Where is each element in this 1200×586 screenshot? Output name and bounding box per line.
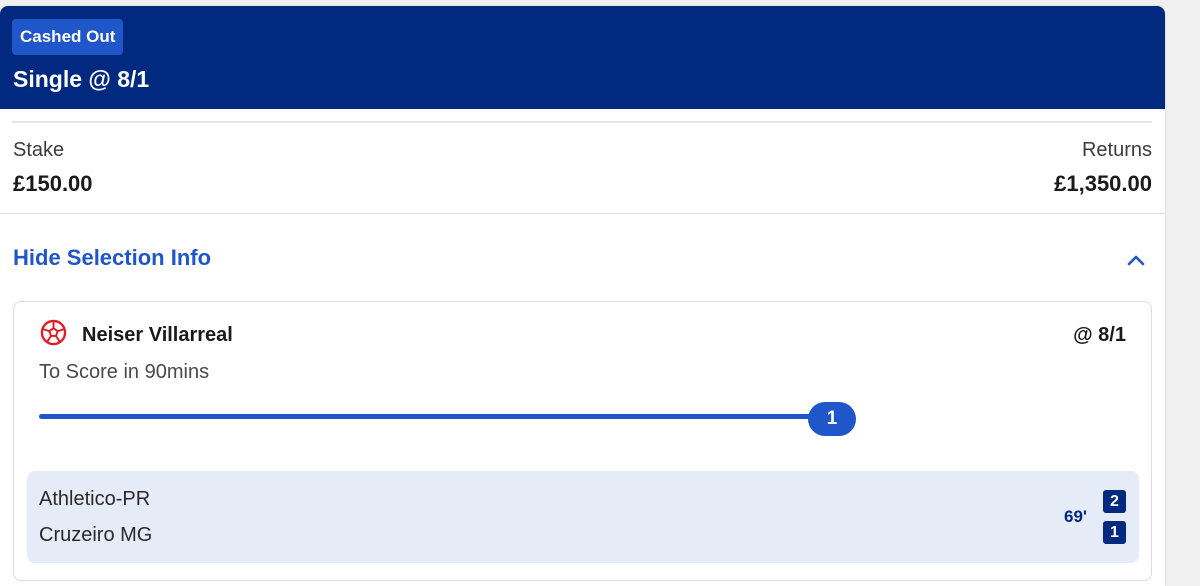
chevron-up-icon[interactable] (1124, 249, 1148, 273)
home-team-name: Athletico-PR (39, 488, 151, 510)
selection-odds: @ 8/1 (1073, 324, 1126, 346)
match-score-panel: Athletico-PR Cruzeiro MG 69' 2 1 (27, 471, 1139, 563)
returns-value: £1,350.00 (1054, 171, 1152, 196)
stake-value: £150.00 (13, 171, 93, 196)
divider (12, 121, 1152, 123)
away-score: 1 (1103, 521, 1126, 544)
returns-label: Returns (1081, 139, 1152, 161)
divider (0, 213, 1165, 214)
selection-card: Neiser Villarreal @ 8/1 To Score in 90mi… (13, 301, 1152, 581)
market-name: To Score in 90mins (39, 361, 210, 383)
away-team-name: Cruzeiro MG (39, 524, 153, 546)
match-clock: 69' (1064, 507, 1087, 526)
selection-name: Neiser Villarreal (82, 324, 233, 346)
progress-fill (39, 414, 829, 419)
progress-count-badge: 1 (808, 402, 856, 436)
football-icon (40, 319, 67, 346)
bet-card: Cashed Out Single @ 8/1 Stake £150.00 Re… (0, 6, 1165, 586)
status-badge: Cashed Out (12, 19, 124, 55)
stake-label: Stake (13, 139, 65, 161)
home-score: 2 (1103, 490, 1126, 513)
progress-bar (39, 414, 829, 419)
hide-selection-info-link[interactable]: Hide Selection Info (13, 245, 211, 271)
bet-header: Cashed Out Single @ 8/1 (0, 6, 1165, 109)
bet-title: Single @ 8/1 (13, 66, 150, 92)
